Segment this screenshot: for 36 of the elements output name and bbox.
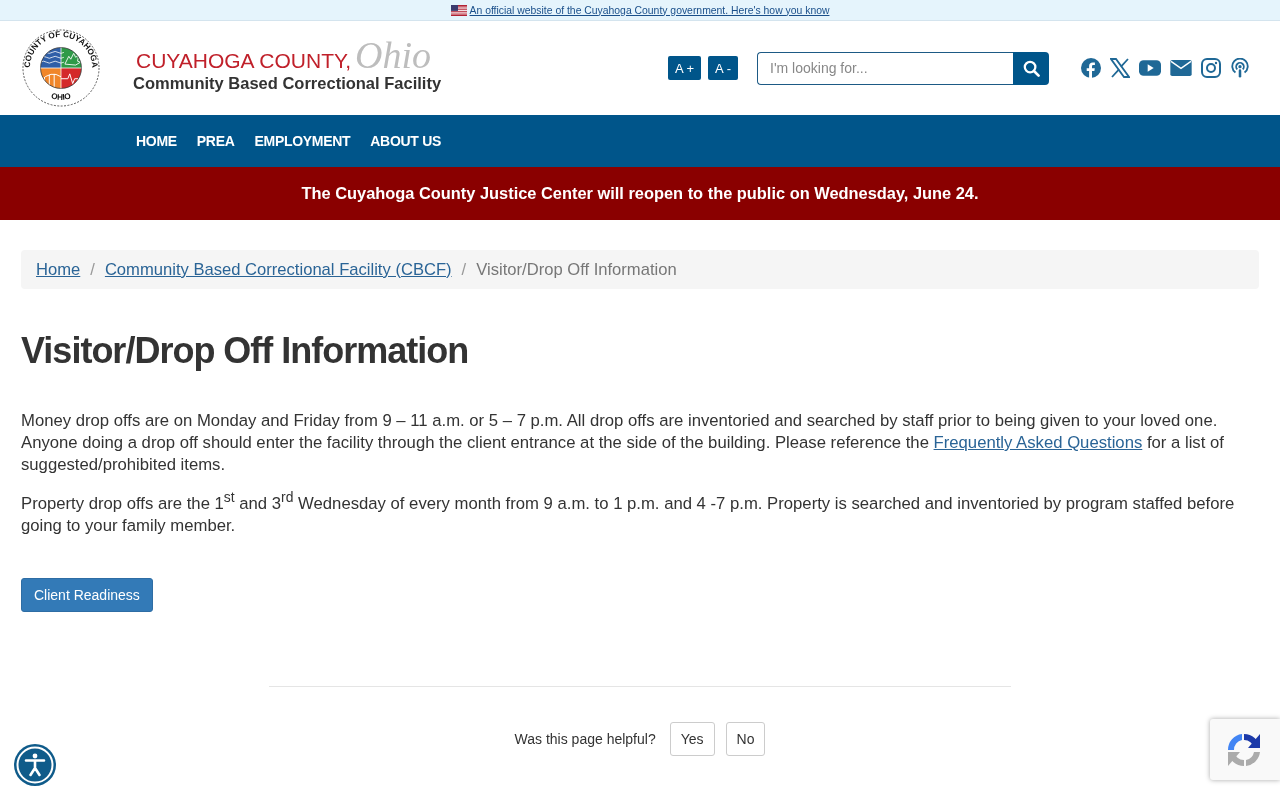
search-field[interactable]: I'm looking for... [757,51,1013,85]
breadcrumb-link[interactable]: Community Based Correctional Facility (CBCF) [104,258,452,281]
accessibility-button[interactable] [13,743,57,787]
font-size-button[interactable]: A + [667,56,702,80]
facility-name: Community Based Correctional Facility [133,73,442,93]
nav-link[interactable]: HOME [136,133,177,149]
youtube-icon[interactable] [1139,60,1161,76]
feedback-button[interactable]: No [725,721,766,756]
page-title: Visitor/Drop Off Information [21,329,470,373]
nav-link[interactable]: EMPLOYMENT [254,133,351,149]
x-logo-icon[interactable] [1110,58,1130,78]
nav-link[interactable]: ABOUT US [370,133,441,149]
search-button[interactable] [1013,51,1049,85]
search-icon [1022,59,1040,77]
breadcrumb-current: Visitor/Drop Off Information [476,259,677,281]
accessibility-icon [13,743,57,787]
state-script: Ohio [355,37,432,73]
instagram-icon[interactable] [1201,58,1221,78]
feedback-button[interactable]: Yes [669,721,715,756]
podcast-icon[interactable] [1230,58,1250,78]
flag-icon [450,4,467,16]
nav-link[interactable]: PREA [196,133,235,149]
feedback-question: Was this page helpful? [514,730,656,747]
breadcrumb-separator: / [460,259,468,281]
breadcrumb-separator: / [89,259,96,281]
font-size-button[interactable]: A - [708,56,738,80]
alert-text: The Cuyahoga County Justice Center will reopen to the public on Wednesday, June 24. [301,184,979,203]
gov-info-link[interactable]: An official website of the Cuyahoga County government. Here's how you know [469,4,830,16]
facebook-icon[interactable] [1081,58,1101,78]
paragraph: Money drop offs are on Monday and Friday from 9 – 11 a.m. or 5 – 7 p.m. All drop offs are inventoried and searched by staff prior to being given to your loved one. Anyone doing a drop off should enter the facility through the client entrance at the side of the building. Please reference the Frequently Asked Questions for a list of suggested/prohibited items. [21,410,1225,476]
county-name: CUYAHOGA COUNTY, [136,49,352,73]
paragraph: Property drop offs are the 1$^{st}$ and 3$^{rd}$ Wednesday of every month from 9 a.m. to 1 p.m. and 4 -7 p.m. Property is searched and inventoried by program staffed before going to your family member. [21,488,1236,537]
breadcrumb-link[interactable]: Home [36,258,81,281]
faq-link[interactable]: Frequently Asked Questions [933,433,1143,452]
client-readiness-button[interactable]: Client Readiness [21,577,153,612]
envelope-icon[interactable] [1170,60,1192,76]
